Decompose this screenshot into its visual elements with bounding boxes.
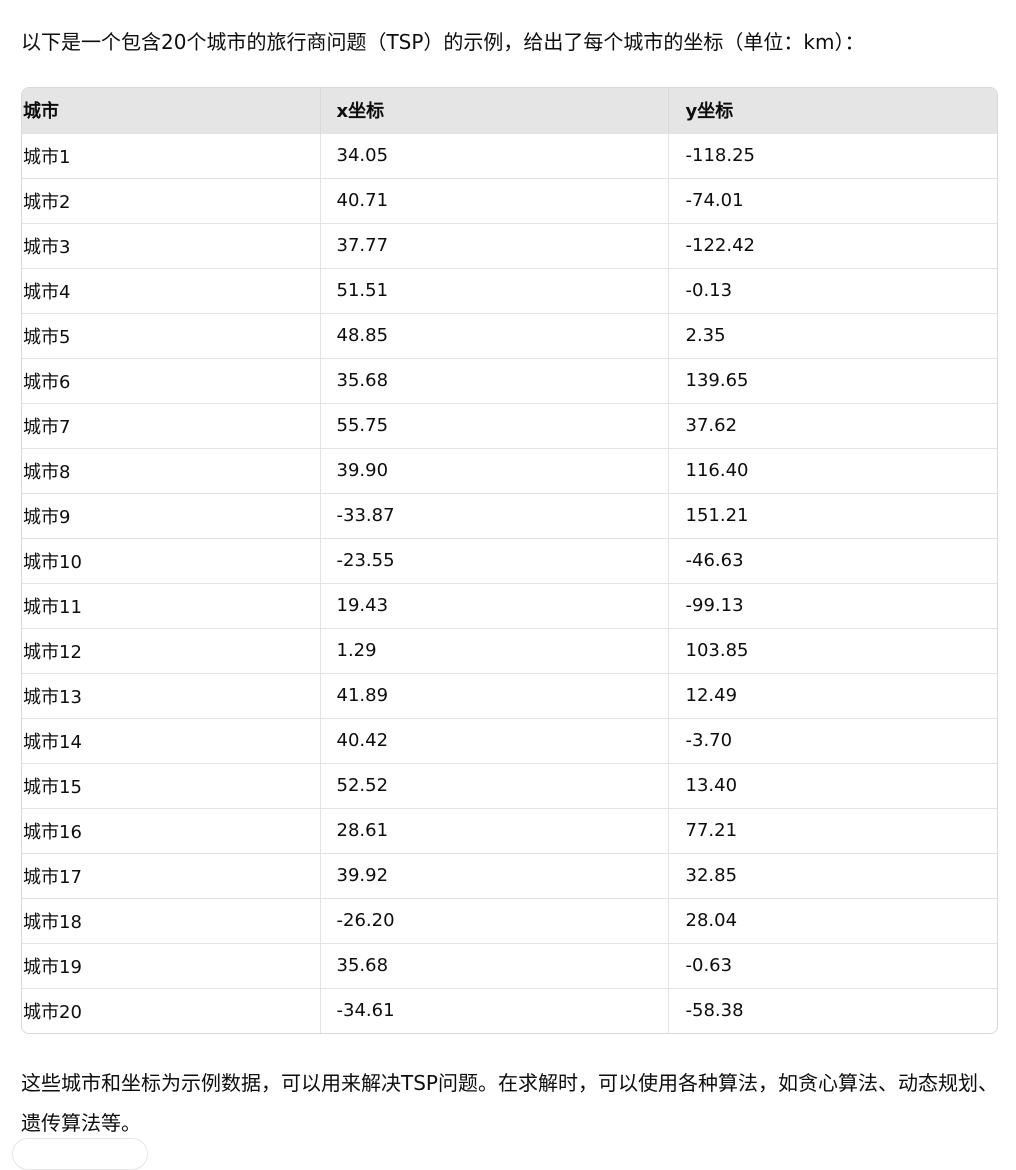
cell-city: 城市20 [22, 988, 321, 1033]
table-row: 城市2 40.71 -74.01 [22, 178, 997, 223]
cell-y: -118.25 [685, 145, 755, 166]
header-x: x坐标 [320, 88, 669, 133]
table-row: 城市5 48.85 2.35 [22, 313, 997, 358]
table-row: 城市11 19.43 -99.13 [22, 583, 997, 628]
cell-city: 城市8 [22, 448, 321, 493]
table-row: 城市20 -34.61 -58.38 [22, 988, 997, 1033]
table-row: 城市10 -23.55 -46.63 [22, 538, 997, 583]
cell-y: -74.01 [685, 190, 744, 211]
cell-city: 城市18 [22, 898, 321, 943]
cell-x: -23.55 [320, 538, 669, 583]
cell-city: 城市13 [22, 673, 321, 718]
cell-y: -99.13 [685, 595, 744, 616]
header-y: y坐标 [685, 101, 734, 123]
cell-x: 55.75 [320, 403, 669, 448]
cell-y: 139.65 [685, 370, 749, 391]
cell-city: 城市17 [22, 853, 321, 898]
table-row: 城市7 55.75 37.62 [22, 403, 997, 448]
table-row: 城市3 37.77 -122.42 [22, 223, 997, 268]
cell-x: 48.85 [320, 313, 669, 358]
scroll-to-bottom-pill[interactable] [12, 1138, 148, 1170]
cell-x: 28.61 [320, 808, 669, 853]
cell-city: 城市10 [22, 538, 321, 583]
table-row: 城市18 -26.20 28.04 [22, 898, 997, 943]
cell-city: 城市15 [22, 763, 321, 808]
cell-x: 34.05 [320, 133, 669, 178]
cell-x: 40.42 [320, 718, 669, 763]
city-coordinates-table: 城市 x坐标 y坐标 城市1 34.05 -118.25 城市2 40.71 -74.01… [21, 87, 998, 1034]
cell-x: -34.61 [320, 988, 669, 1033]
cell-x: -33.87 [320, 493, 669, 538]
header-city: 城市 [22, 88, 321, 133]
table-row: 城市19 35.68 -0.63 [22, 943, 997, 988]
cell-city: 城市12 [22, 628, 321, 673]
cell-x: 41.89 [320, 673, 669, 718]
cell-y: -58.38 [685, 1000, 744, 1022]
cell-y: 13.40 [685, 775, 738, 796]
cell-x: 52.52 [320, 763, 669, 808]
cell-x: 40.71 [320, 178, 669, 223]
table-row: 城市16 28.61 77.21 [22, 808, 997, 853]
cell-city: 城市3 [22, 223, 321, 268]
table-row: 城市17 39.92 32.85 [22, 853, 997, 898]
table-row: 城市12 1.29 103.85 [22, 628, 997, 673]
table-row: 城市13 41.89 12.49 [22, 673, 997, 718]
outro-text: 这些城市和坐标为示例数据，可以用来解决TSP问题。在求解时，可以使用各种算法，如… [21, 1071, 998, 1135]
cell-y: -0.63 [685, 955, 733, 976]
cell-y: -3.70 [685, 730, 733, 751]
cell-x: 19.43 [320, 583, 669, 628]
table-row: 城市9 -33.87 151.21 [22, 493, 997, 538]
cell-city: 城市2 [22, 178, 321, 223]
table-row: 城市14 40.42 -3.70 [22, 718, 997, 763]
cell-y: 77.21 [685, 820, 738, 841]
cell-y: 28.04 [685, 910, 738, 931]
table-row: 城市6 35.68 139.65 [22, 358, 997, 403]
cell-city: 城市5 [22, 313, 321, 358]
cell-city: 城市1 [22, 133, 321, 178]
cell-city: 城市9 [22, 493, 321, 538]
table-row: 城市4 51.51 -0.13 [22, 268, 997, 313]
cell-city: 城市14 [22, 718, 321, 763]
cell-x: 35.68 [320, 358, 669, 403]
cell-y: -46.63 [685, 550, 744, 571]
cell-y: 116.40 [685, 460, 749, 481]
cell-x: -26.20 [320, 898, 669, 943]
cell-x: 39.90 [320, 448, 669, 493]
cell-y: 12.49 [685, 685, 738, 706]
cell-city: 城市6 [22, 358, 321, 403]
table-header-row: 城市 x坐标 y坐标 [22, 88, 997, 133]
cell-x: 37.77 [320, 223, 669, 268]
cell-y: -122.42 [685, 235, 755, 256]
cell-city: 城市19 [22, 943, 321, 988]
cell-y: 2.35 [685, 325, 726, 346]
cell-city: 城市7 [22, 403, 321, 448]
table-row: 城市8 39.90 116.40 [22, 448, 997, 493]
cell-y: 37.62 [685, 415, 738, 436]
cell-y: 103.85 [685, 640, 749, 661]
cell-x: 39.92 [320, 853, 669, 898]
table-row: 城市1 34.05 -118.25 [22, 133, 997, 178]
table-body: 城市1 34.05 -118.25 城市2 40.71 -74.01 城市3 37.77 -12… [22, 133, 997, 1033]
cell-y: 151.21 [685, 505, 749, 526]
cell-y: 32.85 [685, 865, 738, 886]
cell-city: 城市4 [22, 268, 321, 313]
cell-city: 城市11 [22, 583, 321, 628]
cell-x: 1.29 [320, 628, 669, 673]
intro-text: 以下是一个包含20个城市的旅行商问题（TSP）的示例，给出了每个城市的坐标（单位… [21, 30, 865, 54]
cell-x: 35.68 [320, 943, 669, 988]
cell-x: 51.51 [320, 268, 669, 313]
table-row: 城市15 52.52 13.40 [22, 763, 997, 808]
cell-y: -0.13 [685, 280, 733, 301]
cell-city: 城市16 [22, 808, 321, 853]
